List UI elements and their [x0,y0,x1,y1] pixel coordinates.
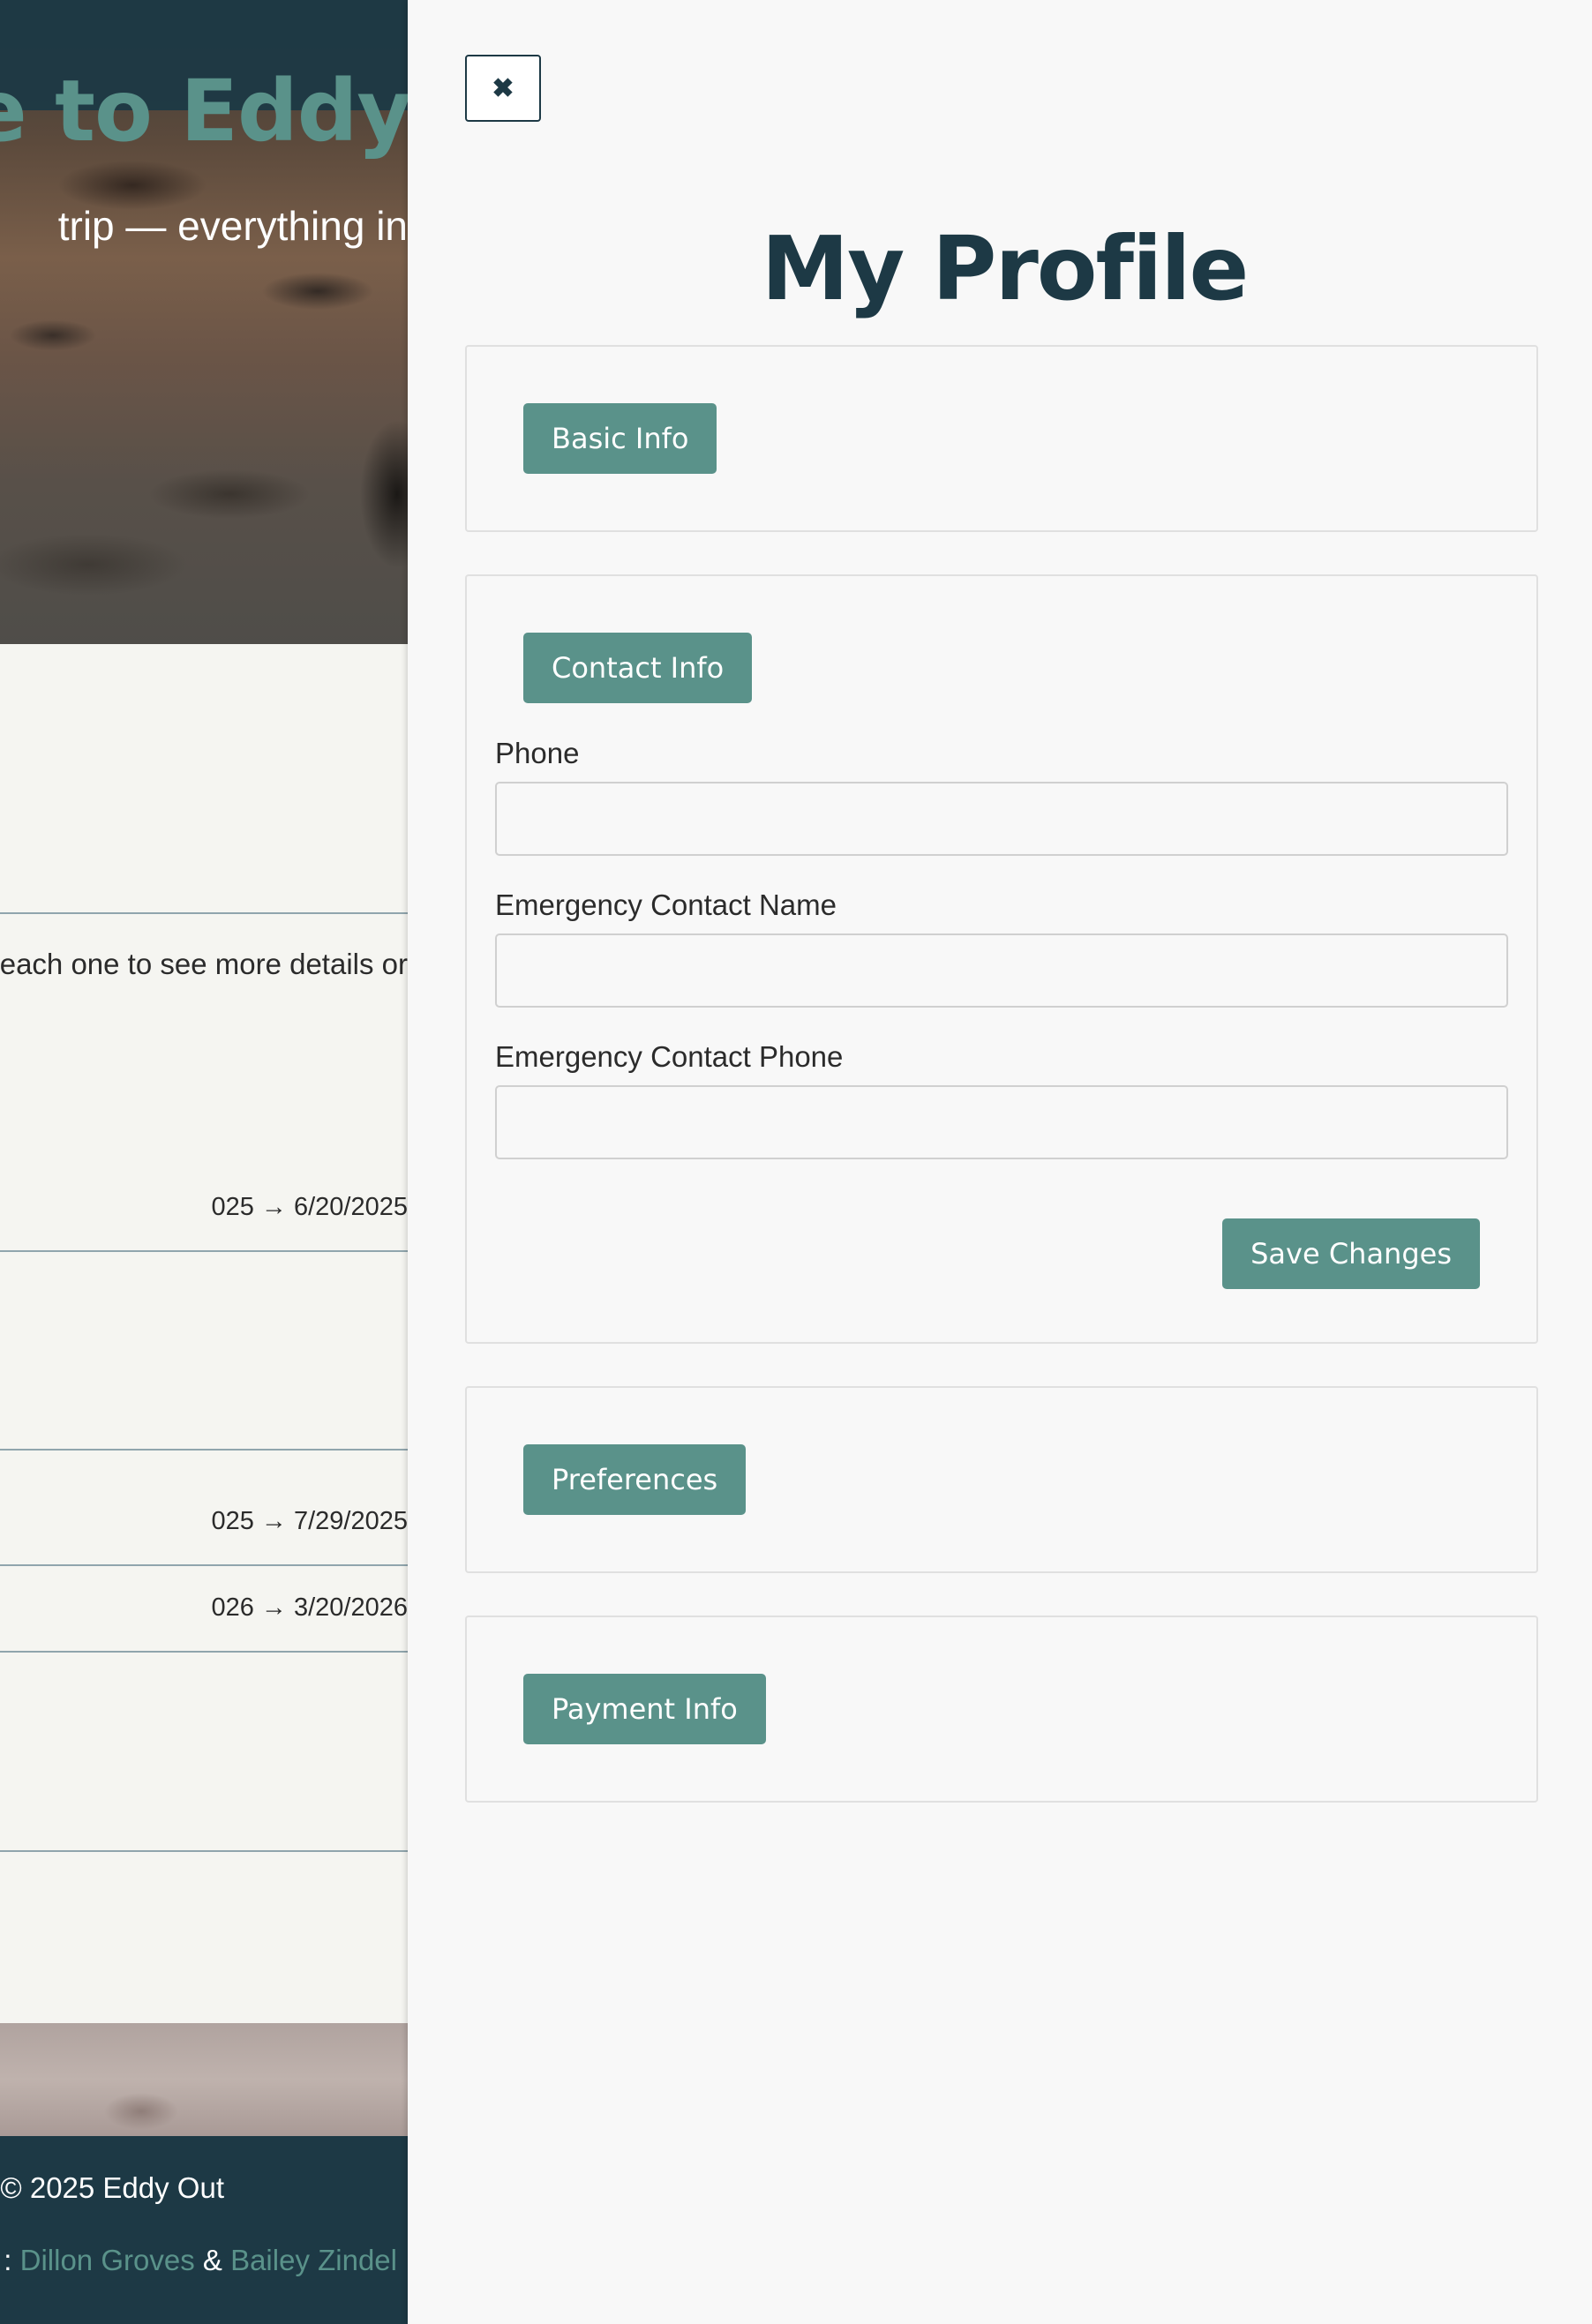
credits-separator: & [202,2244,222,2276]
credits-prefix: : [4,2244,12,2276]
trip-date-range[interactable]: 025 → 7/29/2025 [211,1507,408,1536]
basic-info-section: Basic Info [465,345,1538,532]
preferences-section: Preferences [465,1386,1538,1573]
contact-info-button[interactable]: Contact Info [523,633,753,703]
trip-divider [0,1564,408,1566]
preferences-button[interactable]: Preferences [523,1444,747,1515]
credits-line: : Dillon Groves & Bailey Zindel [4,2244,397,2277]
emergency-contact-phone-label: Emergency Contact Phone [495,1040,844,1073]
emergency-contact-phone-input[interactable] [495,1085,1508,1159]
trip-date-range[interactable]: 025 → 6/20/2025 [211,1193,408,1222]
footer-photo [0,2023,408,2136]
close-button[interactable]: ✖ [465,55,541,122]
basic-info-button[interactable]: Basic Info [523,403,717,474]
background-page: e to Eddy trip — everything in each one … [0,0,408,2324]
trip-divider [0,1651,408,1653]
author-link-dillon[interactable]: Dillon Groves [20,2244,195,2276]
save-changes-button[interactable]: Save Changes [1222,1218,1480,1289]
author-link-bailey[interactable]: Bailey Zindel [230,2244,397,2276]
trip-divider [0,1250,408,1252]
phone-input[interactable] [495,782,1508,856]
hero-subtitle: trip — everything in [57,203,408,249]
hero-banner: e to Eddy trip — everything in [0,0,408,644]
section-divider [0,912,408,914]
close-icon: ✖ [492,73,514,103]
contact-info-section: Contact Info Phone Emergency Contact Nam… [465,574,1538,1344]
profile-panel: ✖ My Profile Basic Info Contact Info Pho… [408,0,1592,2324]
payment-info-section: Payment Info [465,1616,1538,1803]
trip-divider [0,1850,408,1852]
hero-heading: e to Eddy [0,62,408,161]
payment-info-button[interactable]: Payment Info [523,1674,766,1744]
trip-divider [0,1449,408,1451]
trip-date-range[interactable]: 026 → 3/20/2026 [211,1593,408,1623]
emergency-contact-name-label: Emergency Contact Name [495,888,837,921]
panel-title: My Profile [761,217,1250,320]
trips-intro-text: each one to see more details or [0,948,408,980]
site-footer: © 2025 Eddy Out : Dillon Groves & Bailey… [0,2136,408,2324]
copyright-text: © 2025 Eddy Out [0,2171,224,2204]
emergency-contact-name-input[interactable] [495,933,1508,1008]
phone-label: Phone [495,737,580,769]
